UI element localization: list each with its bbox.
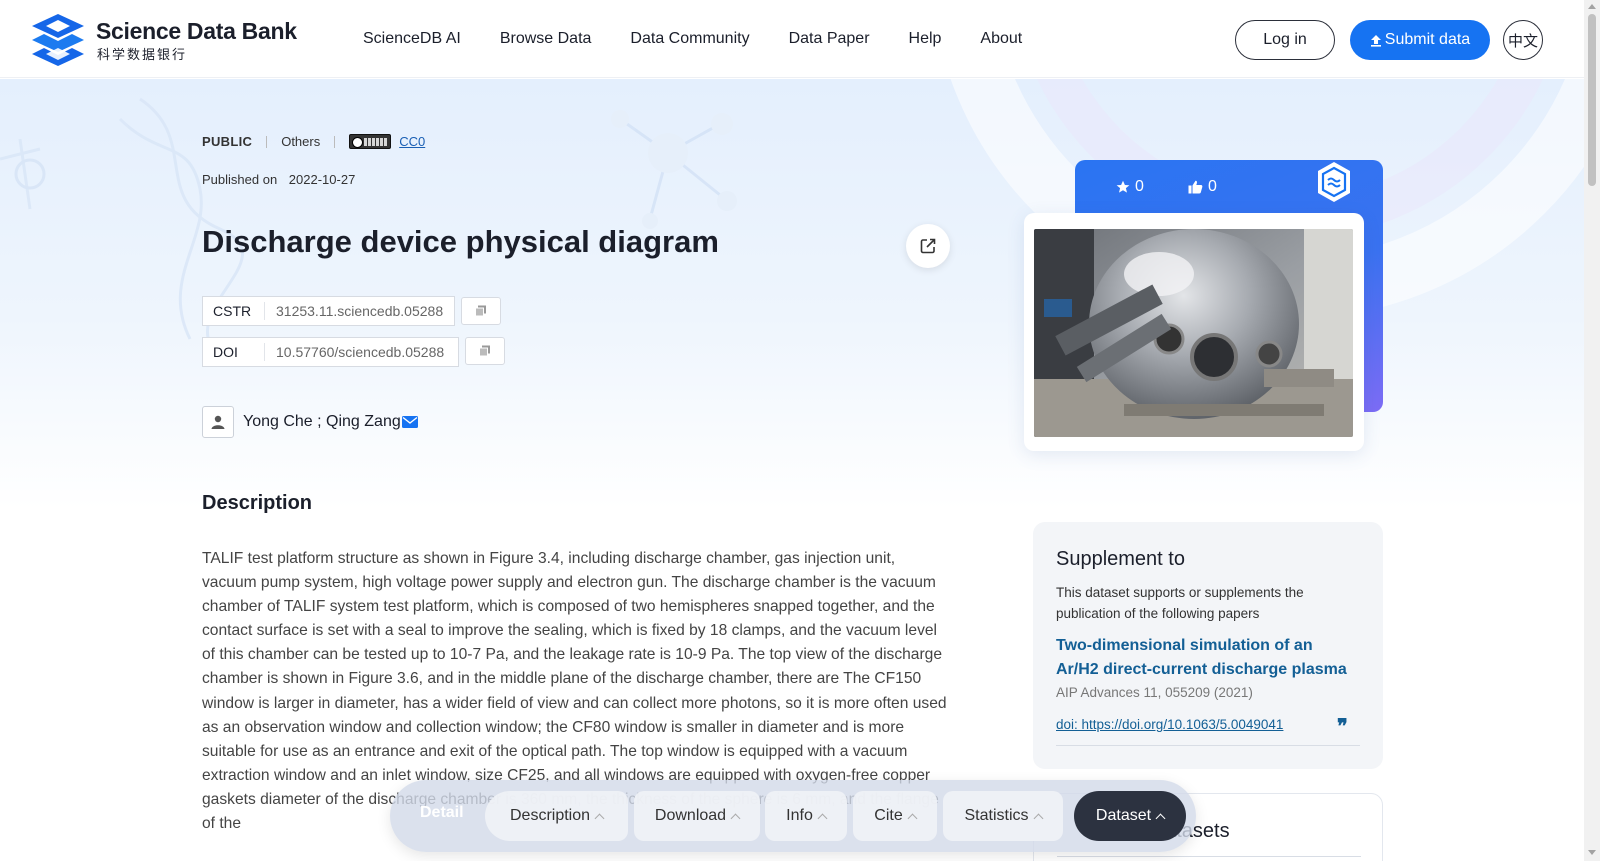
thumbs-up-icon <box>1188 180 1203 194</box>
chevron-up-icon <box>730 813 741 823</box>
main-nav: ScienceDB AI Browse Data Data Community … <box>363 0 1061 78</box>
logo-text-zh: 科学数据银行 <box>97 47 188 62</box>
cc-license-icon <box>349 134 392 149</box>
copy-doi-button[interactable] <box>465 337 505 365</box>
copy-cstr-button[interactable] <box>461 297 501 325</box>
section-nav-label: Download <box>654 807 727 824</box>
section-nav-label: Cite <box>874 807 903 824</box>
dataset-title: Discharge device physical diagram <box>202 224 719 259</box>
cstr-value: 31253.11.sciencedb.05288 <box>276 303 444 319</box>
category-label: Others <box>281 134 321 149</box>
section-nav-info[interactable]: Info <box>765 791 847 841</box>
supplement-doi-link[interactable]: doi: https://doi.org/10.1063/5.0049041 <box>1056 717 1283 732</box>
nav-about[interactable]: About <box>980 30 1022 48</box>
section-nav-dataset[interactable]: Dataset <box>1074 791 1186 841</box>
scroll-up-arrow-icon[interactable] <box>1588 4 1596 9</box>
section-nav-label: Info <box>786 807 813 824</box>
cstr-field: CSTR 31253.11.sciencedb.05288 <box>202 296 455 326</box>
chevron-up-icon <box>594 813 605 823</box>
submit-data-button[interactable]: Submit data <box>1350 20 1490 60</box>
certified-shield-icon <box>1318 162 1350 202</box>
supplement-panel: Supplement to This dataset supports or s… <box>1033 522 1383 769</box>
nav-data-community[interactable]: Data Community <box>630 30 749 48</box>
author-names[interactable]: Yong Che ; Qing Zang <box>243 413 401 431</box>
dataset-meta-row: PUBLIC Others CC0 <box>202 134 425 149</box>
published-date-row: Published on 2022-10-27 <box>202 172 355 187</box>
star-icon <box>1116 180 1130 193</box>
section-nav-label: Statistics <box>964 807 1029 824</box>
chevron-up-icon <box>1033 813 1043 823</box>
divider <box>266 135 268 148</box>
copy-icon <box>475 305 486 317</box>
author-avatar <box>202 406 234 438</box>
login-button[interactable]: Log in <box>1235 20 1335 60</box>
scroll-down-arrow-icon[interactable] <box>1588 850 1596 855</box>
supplement-paper-title[interactable]: Two-dimensional simulation of an Ar/H2 d… <box>1056 634 1356 682</box>
dataset-preview-image[interactable] <box>1034 229 1353 437</box>
scroll-thumb[interactable] <box>1588 14 1596 186</box>
supplement-journal: AIP Advances 11, 055209 (2021) <box>1056 685 1253 700</box>
section-nav-statistics[interactable]: Statistics <box>943 791 1063 841</box>
supplement-subtitle: This dataset supports or supplements the… <box>1056 585 1304 621</box>
section-nav-bar: Detail Description Download Info Cite St… <box>390 780 1196 852</box>
external-link-icon <box>920 238 936 254</box>
language-toggle[interactable]: 中文 <box>1503 20 1543 60</box>
supplement-title: Supplement to <box>1056 548 1185 570</box>
page-scrollbar[interactable] <box>1584 0 1600 861</box>
authors-row: Yong Che ; Qing Zang <box>202 406 418 438</box>
divider <box>1056 745 1360 746</box>
section-nav-detail-label: Detail <box>420 804 464 821</box>
mail-icon[interactable] <box>401 416 418 428</box>
section-nav-cite[interactable]: Cite <box>853 791 937 841</box>
site-logo[interactable]: Science Data Bank 科学数据银行 <box>30 12 297 68</box>
section-nav-description[interactable]: Description <box>485 791 628 841</box>
share-button[interactable] <box>906 224 950 268</box>
section-nav-download[interactable]: Download <box>634 791 760 841</box>
star-count[interactable]: 0 <box>1116 178 1144 196</box>
doi-label: DOI <box>203 343 265 361</box>
chevron-up-icon <box>907 813 918 823</box>
section-nav-label: Description <box>509 807 591 824</box>
logo-mark-icon <box>32 14 84 66</box>
doi-value: 10.57760/sciencedb.05288 <box>276 344 445 360</box>
nav-help[interactable]: Help <box>909 30 942 48</box>
submit-data-label: Submit data <box>1384 31 1471 48</box>
visibility-label: PUBLIC <box>202 134 253 149</box>
chevron-up-icon <box>817 813 828 823</box>
upload-icon <box>1370 34 1381 47</box>
license-link[interactable]: CC0 <box>399 134 425 149</box>
nav-browse-data[interactable]: Browse Data <box>500 30 592 48</box>
cite-quote-icon[interactable]: ❞ <box>1337 717 1348 737</box>
published-date: 2022-10-27 <box>288 172 356 187</box>
nav-sciencedb-ai[interactable]: ScienceDB AI <box>363 30 461 48</box>
star-count-value: 0 <box>1135 178 1144 195</box>
section-nav-label: Dataset <box>1095 807 1152 824</box>
copy-icon <box>479 345 490 357</box>
published-label: Published on <box>202 172 278 187</box>
discharge-chamber-photo <box>1034 229 1353 437</box>
nav-data-paper[interactable]: Data Paper <box>789 30 870 48</box>
chevron-up-icon <box>1155 813 1166 823</box>
user-icon <box>211 415 225 429</box>
top-header: Science Data Bank 科学数据银行 ScienceDB AI Br… <box>0 0 1584 78</box>
divider <box>334 135 336 148</box>
like-count[interactable]: 0 <box>1188 178 1217 196</box>
cstr-label: CSTR <box>203 302 265 320</box>
like-count-value: 0 <box>1208 178 1217 195</box>
divider <box>1057 856 1361 857</box>
doi-field: DOI 10.57760/sciencedb.05288 <box>202 337 459 367</box>
description-heading: Description <box>202 492 313 514</box>
logo-text-en: Science Data Bank <box>96 18 297 44</box>
